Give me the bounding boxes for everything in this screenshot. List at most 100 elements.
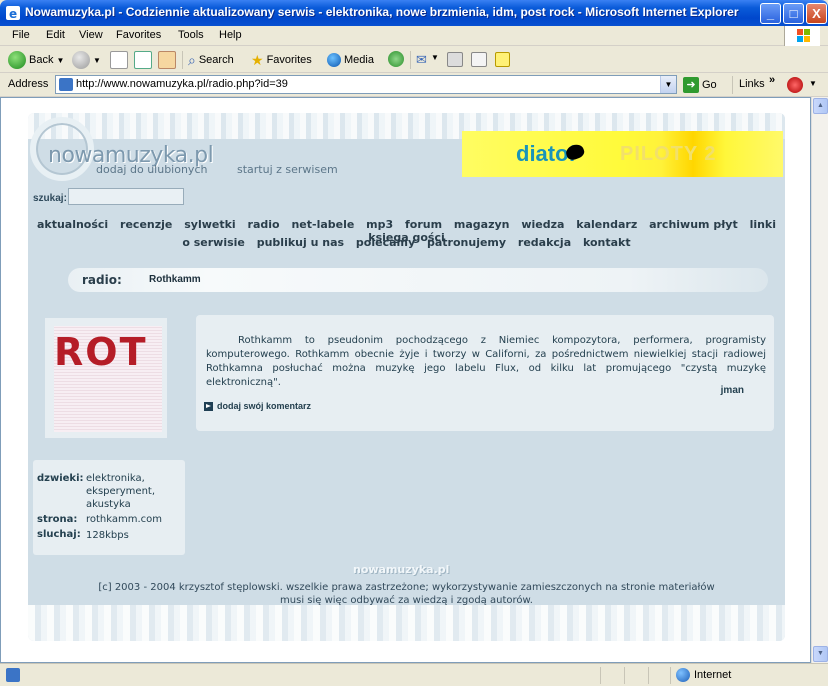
nav-sylwetki[interactable]: sylwetki (184, 218, 235, 231)
menu-favorites[interactable]: Favorites (116, 29, 161, 41)
mail-icon[interactable]: ✉ (416, 52, 427, 68)
search-button[interactable]: ⌕ Search (188, 50, 234, 70)
menu-help[interactable]: Help (219, 29, 242, 41)
footer-copyright: [c] 2003 - 2004 krzysztof stęplowski. ws… (28, 581, 785, 607)
refresh-icon[interactable] (134, 51, 152, 69)
chevron-right-icon[interactable]: » (769, 74, 775, 86)
media-button[interactable]: Media (327, 50, 374, 70)
windows-logo (784, 26, 820, 46)
nav-linki[interactable]: linki (750, 218, 776, 231)
nav-aktualnosci[interactable]: aktualności (37, 218, 108, 231)
address-label: Address (8, 78, 49, 90)
minimize-button[interactable]: _ (760, 3, 781, 24)
scroll-up-button[interactable]: ▲ (813, 98, 828, 114)
footer-logo: nowamuzyka.pl (353, 563, 450, 576)
banner-text: PILOTY 2 (620, 143, 717, 165)
chevron-down-icon[interactable]: ▼ (431, 53, 439, 62)
print-icon[interactable] (447, 52, 463, 67)
edit-icon[interactable] (471, 52, 487, 67)
menu-bar: File Edit View Favorites Tools Help (0, 26, 828, 46)
page-icon (59, 78, 73, 91)
nav-kalendarz[interactable]: kalendarz (576, 218, 637, 231)
set-homepage-link[interactable]: startuj z serwisem (237, 163, 338, 176)
add-comment-link[interactable]: dodaj swój komentarz (204, 401, 311, 411)
info-sounds-value-2: eksperyment, (86, 486, 156, 497)
links-button[interactable]: Links (739, 78, 765, 90)
back-button[interactable]: Back ▼ (8, 50, 64, 70)
scroll-down-button[interactable]: ▼ (813, 646, 828, 662)
favorites-button[interactable]: ★ Favorites (251, 50, 312, 70)
chevron-down-icon[interactable]: ▼ (660, 76, 676, 93)
ad-banner[interactable]: diatof PILOTY 2 (462, 131, 783, 177)
back-label: Back (29, 54, 54, 66)
globe-icon (676, 668, 690, 682)
nav-recenzje[interactable]: recenzje (120, 218, 172, 231)
radio-header: radio: Rothkamm (68, 268, 768, 292)
nav-net-labele[interactable]: net-labele (291, 218, 354, 231)
maximize-button[interactable]: □ (783, 3, 804, 24)
description-panel: Rothkamm to pseudonim pochodzącego z Nie… (196, 315, 774, 431)
station-artwork-frame: ROT (45, 318, 167, 438)
info-listen-label: sluchaj: (37, 529, 81, 540)
svg-text:e: e (9, 7, 17, 21)
toolbar-extension-icon[interactable] (787, 77, 803, 93)
nav-kontakt[interactable]: kontakt (583, 236, 631, 249)
title-bar[interactable]: e Nowamuzyka.pl - Codziennie aktualizowa… (0, 0, 828, 26)
toolbar: Back ▼ ▼ ⌕ Search ★ Favorites Media ✉ ▼ (0, 47, 828, 73)
menu-view[interactable]: View (79, 29, 103, 41)
stop-icon[interactable] (110, 51, 128, 69)
frost-border-bottom (28, 605, 785, 641)
station-info-panel: dzwieki: elektronika, eksperyment, akust… (33, 460, 185, 555)
nav-patronujemy[interactable]: patronujemy (427, 236, 506, 249)
media-icon (327, 53, 341, 67)
nav-forum[interactable]: forum (405, 218, 442, 231)
radio-label: radio: (82, 273, 122, 287)
nav-wiedza[interactable]: wiedza (521, 218, 564, 231)
close-button[interactable]: X (806, 3, 827, 24)
history-icon[interactable] (388, 51, 404, 67)
forward-button[interactable]: ▼ (72, 50, 101, 70)
menu-file[interactable]: File (12, 29, 30, 41)
menu-edit[interactable]: Edit (46, 29, 65, 41)
add-favorites-link[interactable]: dodaj do ulubionych (96, 163, 207, 176)
home-icon[interactable] (158, 51, 176, 69)
info-sounds-value-1: elektronika, (86, 473, 145, 484)
nav-polecamy[interactable]: polecamy (356, 236, 415, 249)
nav-radio[interactable]: radio (248, 218, 280, 231)
menu-tools[interactable]: Tools (178, 29, 204, 41)
info-site-label: strona: (37, 514, 78, 525)
vertical-scrollbar[interactable]: ▲ ▼ (811, 97, 828, 663)
nav-magazyn[interactable]: magazyn (454, 218, 510, 231)
discuss-icon[interactable] (495, 52, 510, 67)
info-site-link[interactable]: rothkamm.com (86, 513, 162, 526)
browser-viewport: nowamuzyka.pl dodaj do ulubionych startu… (0, 97, 811, 663)
address-bar: Address http://www.nowamuzyka.pl/radio.p… (0, 73, 828, 97)
status-bar: Internet (0, 663, 828, 686)
chevron-down-icon[interactable]: ▼ (56, 56, 64, 65)
radio-station-name: Rothkamm (149, 274, 201, 285)
go-button[interactable]: ➜ Go (683, 75, 717, 95)
url-text: http://www.nowamuzyka.pl/radio.php?id=39 (76, 78, 288, 90)
station-artwork: ROT (54, 326, 162, 432)
nav-redakcja[interactable]: redakcja (518, 236, 571, 249)
url-input[interactable]: http://www.nowamuzyka.pl/radio.php?id=39… (55, 75, 677, 94)
site-search-input[interactable] (68, 188, 184, 205)
info-sounds-value-3: akustyka (86, 499, 131, 510)
artwork-logo-text: ROT (54, 330, 148, 374)
ie-icon: e (6, 6, 20, 21)
chevron-down-icon[interactable]: ▼ (93, 56, 101, 65)
chevron-down-icon[interactable]: ▼ (809, 79, 817, 88)
nav-archiwum-plyt[interactable]: archiwum płyt (649, 218, 738, 231)
nav-publikuj-u-nas[interactable]: publikuj u nas (257, 236, 344, 249)
author-name[interactable]: jman (721, 385, 744, 396)
security-zone: Internet (676, 668, 731, 682)
nav-mp3[interactable]: mp3 (366, 218, 393, 231)
go-label: Go (702, 79, 717, 91)
zone-label: Internet (694, 669, 732, 681)
info-listen-link[interactable]: 128kbps (86, 529, 129, 542)
forward-arrow-icon (72, 51, 90, 69)
nav-o-serwisie[interactable]: o serwisie (182, 236, 245, 249)
site-page: nowamuzyka.pl dodaj do ulubionych startu… (28, 113, 785, 641)
info-sounds-label: dzwieki: (37, 473, 84, 484)
add-comment-label: dodaj swój komentarz (217, 401, 312, 411)
